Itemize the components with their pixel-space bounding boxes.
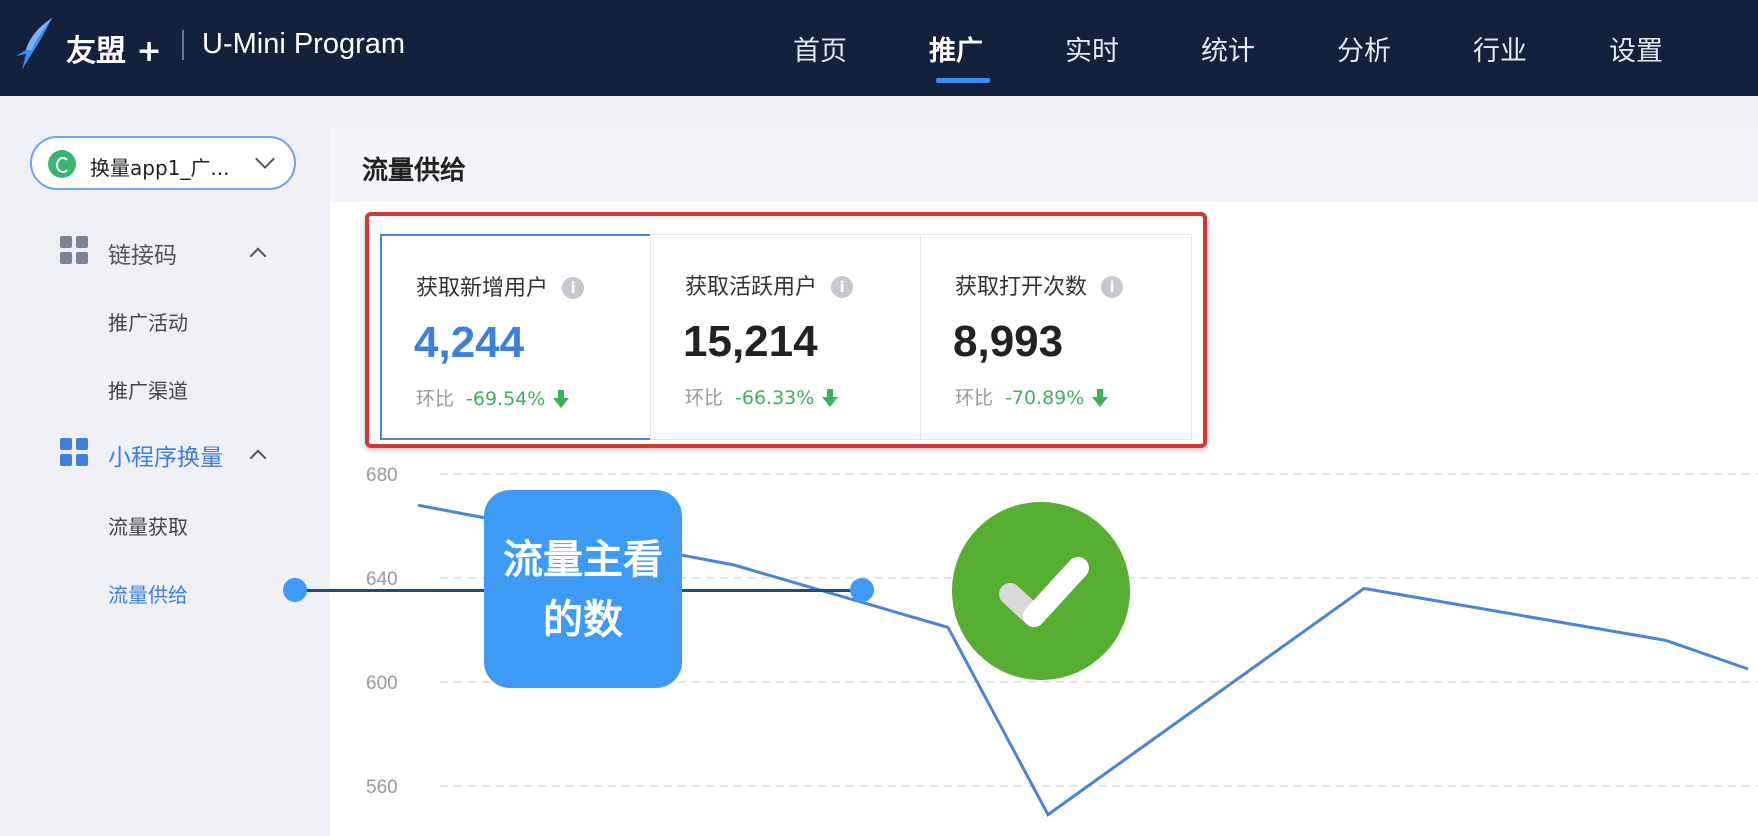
nav-statistics[interactable]: 统计 bbox=[1168, 0, 1288, 96]
umeng-logo-icon bbox=[16, 18, 52, 70]
y-tick-label: 680 bbox=[366, 465, 398, 486]
grid-icon bbox=[60, 438, 88, 466]
nav-home[interactable]: 首页 bbox=[760, 0, 880, 96]
y-tick-label: 600 bbox=[366, 673, 398, 694]
sidebar-item-promo-channel[interactable]: 推广渠道 bbox=[108, 375, 188, 404]
annotation-callout: 流量主看 的数 bbox=[484, 490, 682, 688]
brand-name[interactable]: 友盟 + bbox=[66, 26, 162, 70]
connector-dot-right bbox=[850, 578, 874, 602]
sidebar-item-traffic-acquire[interactable]: 流量获取 bbox=[108, 511, 188, 540]
sidebar-item-traffic-supply[interactable]: 流量供给 bbox=[108, 579, 188, 608]
chevron-down-icon bbox=[255, 149, 275, 169]
brand-divider bbox=[182, 30, 184, 60]
nav-industry[interactable]: 行业 bbox=[1440, 0, 1560, 96]
app-selector-value: 换量app1_广... bbox=[90, 156, 230, 180]
callout-line-2: 的数 bbox=[543, 597, 623, 643]
mini-program-icon bbox=[48, 150, 76, 178]
callout-line-1: 流量主看 bbox=[503, 537, 663, 583]
product-name: U-Mini Program bbox=[202, 28, 406, 60]
app-selector-dropdown[interactable]: 换量app1_广... bbox=[30, 136, 296, 190]
top-navigation-bar: 友盟 + U-Mini Program 首页 推广 实时 统计 分析 行业 设置 bbox=[0, 0, 1758, 96]
grid-icon bbox=[60, 236, 88, 264]
sidebar-group-mini-exchange[interactable]: 小程序换量 bbox=[108, 438, 223, 472]
nav-settings[interactable]: 设置 bbox=[1576, 0, 1696, 96]
y-tick-label: 560 bbox=[366, 777, 398, 798]
nav-analysis[interactable]: 分析 bbox=[1304, 0, 1424, 96]
connector-dot-left bbox=[283, 578, 307, 602]
highlight-box bbox=[365, 212, 1207, 448]
page-title: 流量供给 bbox=[362, 156, 467, 186]
y-tick-label: 640 bbox=[366, 569, 398, 590]
nav-realtime[interactable]: 实时 bbox=[1032, 0, 1152, 96]
active-nav-indicator bbox=[936, 78, 990, 83]
sidebar-item-promo-activity[interactable]: 推广活动 bbox=[108, 307, 188, 336]
page-header: 流量供给 bbox=[330, 128, 1758, 202]
sidebar-group-link-code[interactable]: 链接码 bbox=[108, 236, 177, 270]
checkmark-icon bbox=[952, 502, 1130, 680]
